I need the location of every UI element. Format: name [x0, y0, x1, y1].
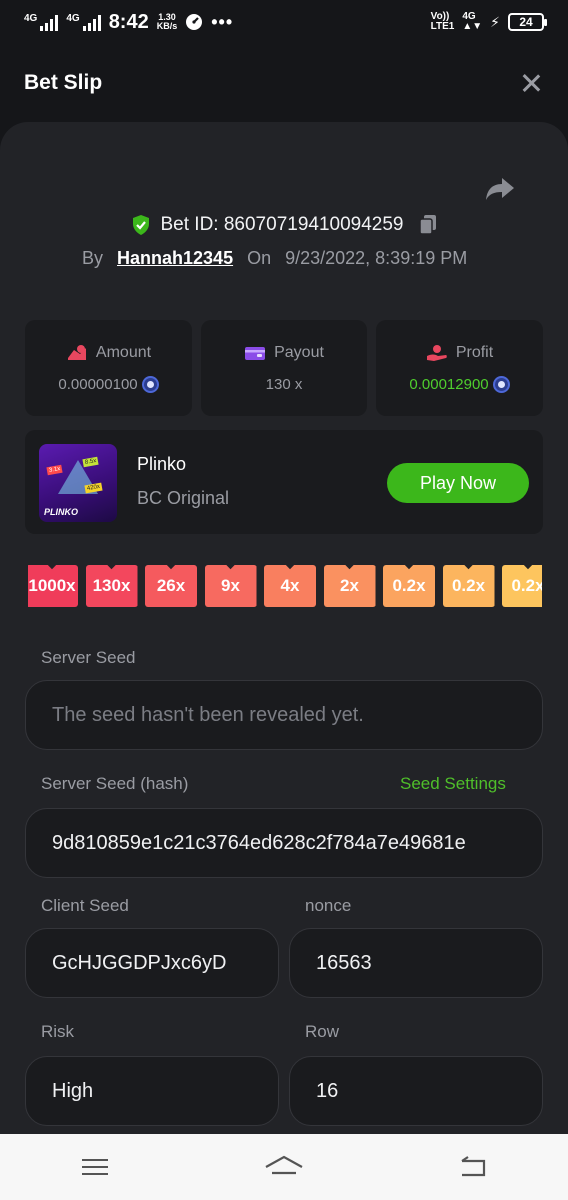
risk-label: Risk [41, 1022, 75, 1041]
arrows-icon: ▲▼ [462, 21, 483, 32]
user-link[interactable]: Hannah12345 [117, 248, 233, 269]
risk-field[interactable]: High [25, 1056, 279, 1126]
play-now-button[interactable]: Play Now [387, 463, 529, 503]
volte-bottom: LTE1 [430, 21, 455, 32]
amount-card: Amount 0.00000100 [25, 320, 192, 416]
net-speed-unit: KB/s [156, 21, 178, 31]
charging-icon: ⚡ [490, 13, 500, 30]
system-nav-bar [0, 1134, 568, 1200]
client-seed-label: Client Seed [41, 896, 129, 915]
verified-shield-icon [132, 215, 149, 235]
multiplier-strip: 1000x 130x 26x 9x 4x 2x 0.2x 0.2x 0.2x [28, 565, 542, 607]
bet-datetime: 9/23/2022, 8:39:19 PM [285, 248, 468, 268]
payout-label: Payout [274, 343, 324, 361]
battery-icon: 24 [508, 13, 547, 31]
more-notifications-icon: ••• [211, 11, 234, 32]
copy-icon[interactable] [418, 214, 438, 236]
coin-icon [492, 375, 510, 393]
nonce-label: nonce [305, 896, 352, 915]
data-saver-icon [186, 14, 203, 30]
by-label: By [82, 248, 104, 268]
signal-1-icon: 4G [24, 13, 59, 31]
on-label: On [247, 248, 272, 268]
multiplier-4: 4x [264, 565, 316, 607]
clock: 8:42 [108, 10, 149, 33]
back-icon[interactable] [453, 1152, 493, 1182]
plinko-thumbnail[interactable]: 3.1x 8.5x 420x PLINKO [39, 444, 117, 522]
profit-value: 0.00012900 [409, 375, 489, 393]
payout-card: Payout 130 x [201, 320, 367, 416]
amount-value: 0.00000100 [58, 375, 138, 393]
signal-1-label: 4G [24, 13, 38, 24]
hand-coin-icon [426, 344, 447, 361]
client-seed-field[interactable]: GcHJGGDPJxc6yD [25, 928, 279, 998]
signal-2-label: 4G [66, 13, 80, 24]
multiplier-3: 9x [204, 565, 257, 607]
profit-label: Profit [455, 343, 494, 361]
multiplier-0: 1000x [28, 565, 78, 607]
net-speed: 1.30 KB/s [157, 13, 178, 31]
multiplier-7: 0.2x [442, 565, 495, 607]
bet-id-row: Bet ID: 86070719410094259 [0, 214, 568, 236]
multiplier-8: 0.2x [502, 565, 542, 607]
menu-icon[interactable] [75, 1152, 115, 1182]
coins-icon [67, 344, 86, 360]
volte-icon: Vo)) LTE1 [431, 12, 455, 32]
row-field[interactable]: 16 [289, 1056, 543, 1126]
game-name: Plinko [137, 454, 187, 474]
network-4g-icon: 4G ▲▼ [462, 12, 482, 32]
seed-settings-link[interactable]: Seed Settings [400, 774, 506, 794]
bet-id: Bet ID: 86070719410094259 [160, 214, 404, 235]
home-icon[interactable] [264, 1152, 304, 1182]
multiplier-2: 26x [145, 565, 197, 607]
multiplier-1: 130x [85, 565, 138, 607]
server-seed-hash-label: Server Seed (hash) [41, 774, 189, 793]
nonce-field[interactable]: 16563 [289, 928, 543, 998]
thumb-badge-3: 420x [84, 482, 103, 494]
game-card: 3.1x 8.5x 420x PLINKO Plinko BC Original… [25, 430, 543, 534]
share-icon[interactable] [484, 176, 516, 202]
battery-level: 24 [519, 15, 533, 29]
close-icon[interactable] [518, 70, 544, 96]
amount-label: Amount [95, 343, 152, 361]
row-label: Row [305, 1022, 340, 1041]
server-seed-field[interactable]: The seed hasn't been revealed yet. [25, 680, 543, 750]
profit-card: Profit 0.00012900 [376, 320, 543, 416]
thumb-logo: PLINKO [44, 507, 79, 517]
game-provider: BC Original [137, 488, 230, 508]
signal-2-icon: 4G [66, 13, 101, 31]
status-bar: 4G 4G 8:42 1.30 KB/s ••• Vo)) LTE1 4G ▲▼… [0, 0, 568, 44]
multiplier-6: 0.2x [383, 565, 435, 607]
bet-slip-header: Bet Slip [24, 60, 544, 106]
server-seed-label: Server Seed [41, 648, 136, 667]
multiplier-5: 2x [323, 565, 376, 607]
bet-byline: By Hannah12345 On 9/23/2022, 8:39:19 PM [82, 248, 467, 269]
server-seed-hash-field[interactable]: 9d810859e1c21c3764ed628c2f784a7e49681e [25, 808, 543, 878]
page-title: Bet Slip [24, 71, 103, 94]
wallet-icon [245, 346, 266, 360]
payout-value: 130 x [265, 375, 303, 393]
coin-icon [141, 375, 159, 393]
